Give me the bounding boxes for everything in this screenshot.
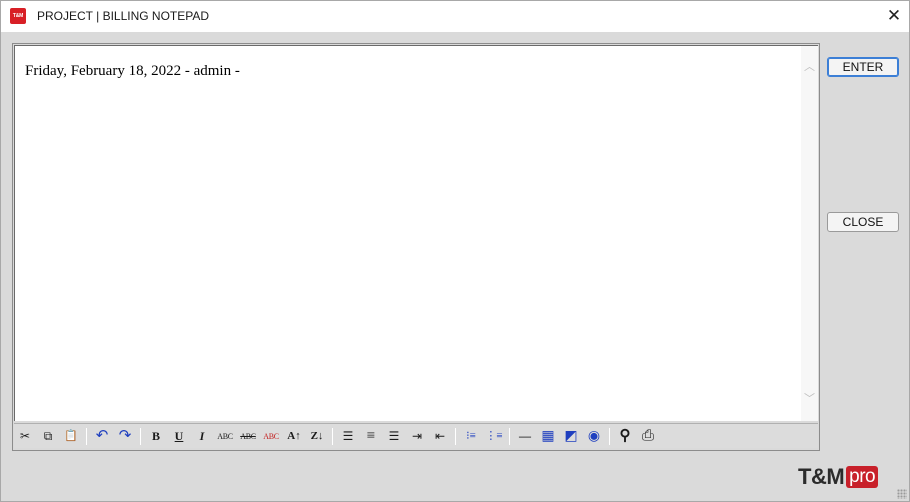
app-logo-icon: T&M xyxy=(10,8,26,24)
brand-logo: T&M pro xyxy=(798,463,879,491)
logo-pro-badge: pro xyxy=(846,466,879,488)
align-left-icon[interactable]: ☰ xyxy=(338,427,358,446)
scroll-down-icon[interactable]: ﹀ xyxy=(801,391,818,408)
numbered-list-icon[interactable]: ⋮≡ xyxy=(484,427,504,446)
toolbar-separator xyxy=(332,428,333,445)
cut-icon[interactable]: ✂ xyxy=(15,427,35,446)
toolbar-separator xyxy=(609,428,610,445)
font-color-button[interactable]: ABC xyxy=(261,427,281,446)
paste-icon[interactable]: 📋 xyxy=(61,427,81,446)
enter-button[interactable]: ENTER xyxy=(827,57,899,77)
formatting-toolbar: ✂ ⧉ 📋 ↶ ↷ B U I ABC ABC ABC A↑ Z↓ ☰ ≡ ☰ … xyxy=(14,423,818,448)
sort-ascending-icon[interactable]: A↑ xyxy=(284,427,304,446)
bullet-list-icon[interactable]: ⁝≡ xyxy=(461,427,481,446)
bold-button[interactable]: B xyxy=(146,427,166,446)
insert-image-icon[interactable]: ◩ xyxy=(561,427,581,446)
undo-icon[interactable]: ↶ xyxy=(92,427,112,446)
indent-icon[interactable]: ⇥ xyxy=(407,427,427,446)
strikethrough-button[interactable]: ABC xyxy=(238,427,258,446)
toolbar-separator xyxy=(455,428,456,445)
align-right-icon[interactable]: ☰ xyxy=(384,427,404,446)
outdent-icon[interactable]: ⇤ xyxy=(430,427,450,446)
scroll-up-icon[interactable]: ︿ xyxy=(801,59,818,76)
rich-text-editor[interactable]: Friday, February 18, 2022 - admin - ︿ ﹀ xyxy=(14,45,818,421)
find-binoculars-icon[interactable]: ⚲ xyxy=(615,427,635,446)
insert-link-globe-icon[interactable]: ◉ xyxy=(584,427,604,446)
copy-icon[interactable]: ⧉ xyxy=(38,427,58,446)
align-center-icon[interactable]: ≡ xyxy=(361,427,381,446)
title-bar: T&M PROJECT | BILLING NOTEPAD ✕ xyxy=(1,1,909,32)
close-button[interactable]: CLOSE xyxy=(827,212,899,232)
underline-button[interactable]: U xyxy=(169,427,189,446)
toolbar-separator xyxy=(509,428,510,445)
editor-frame: Friday, February 18, 2022 - admin - ︿ ﹀ … xyxy=(12,43,820,451)
toolbar-separator xyxy=(86,428,87,445)
abc-button-1[interactable]: ABC xyxy=(215,427,235,446)
print-icon[interactable]: ⎙ xyxy=(638,427,658,446)
horizontal-rule-icon[interactable]: — xyxy=(515,427,535,446)
window-title: PROJECT | BILLING NOTEPAD xyxy=(37,9,210,23)
close-window-icon[interactable]: ✕ xyxy=(881,4,907,28)
editor-content[interactable]: Friday, February 18, 2022 - admin - xyxy=(25,63,240,80)
resize-grip-icon[interactable] xyxy=(897,489,907,499)
sort-descending-icon[interactable]: Z↓ xyxy=(307,427,327,446)
redo-icon[interactable]: ↷ xyxy=(115,427,135,446)
italic-button[interactable]: I xyxy=(192,427,212,446)
editor-scrollbar[interactable]: ︿ ﹀ xyxy=(801,46,818,421)
insert-table-icon[interactable]: ▦ xyxy=(538,427,558,446)
logo-brand-text: T&M xyxy=(798,464,845,489)
notepad-window: T&M PROJECT | BILLING NOTEPAD ✕ Friday, … xyxy=(0,0,910,502)
toolbar-separator xyxy=(140,428,141,445)
